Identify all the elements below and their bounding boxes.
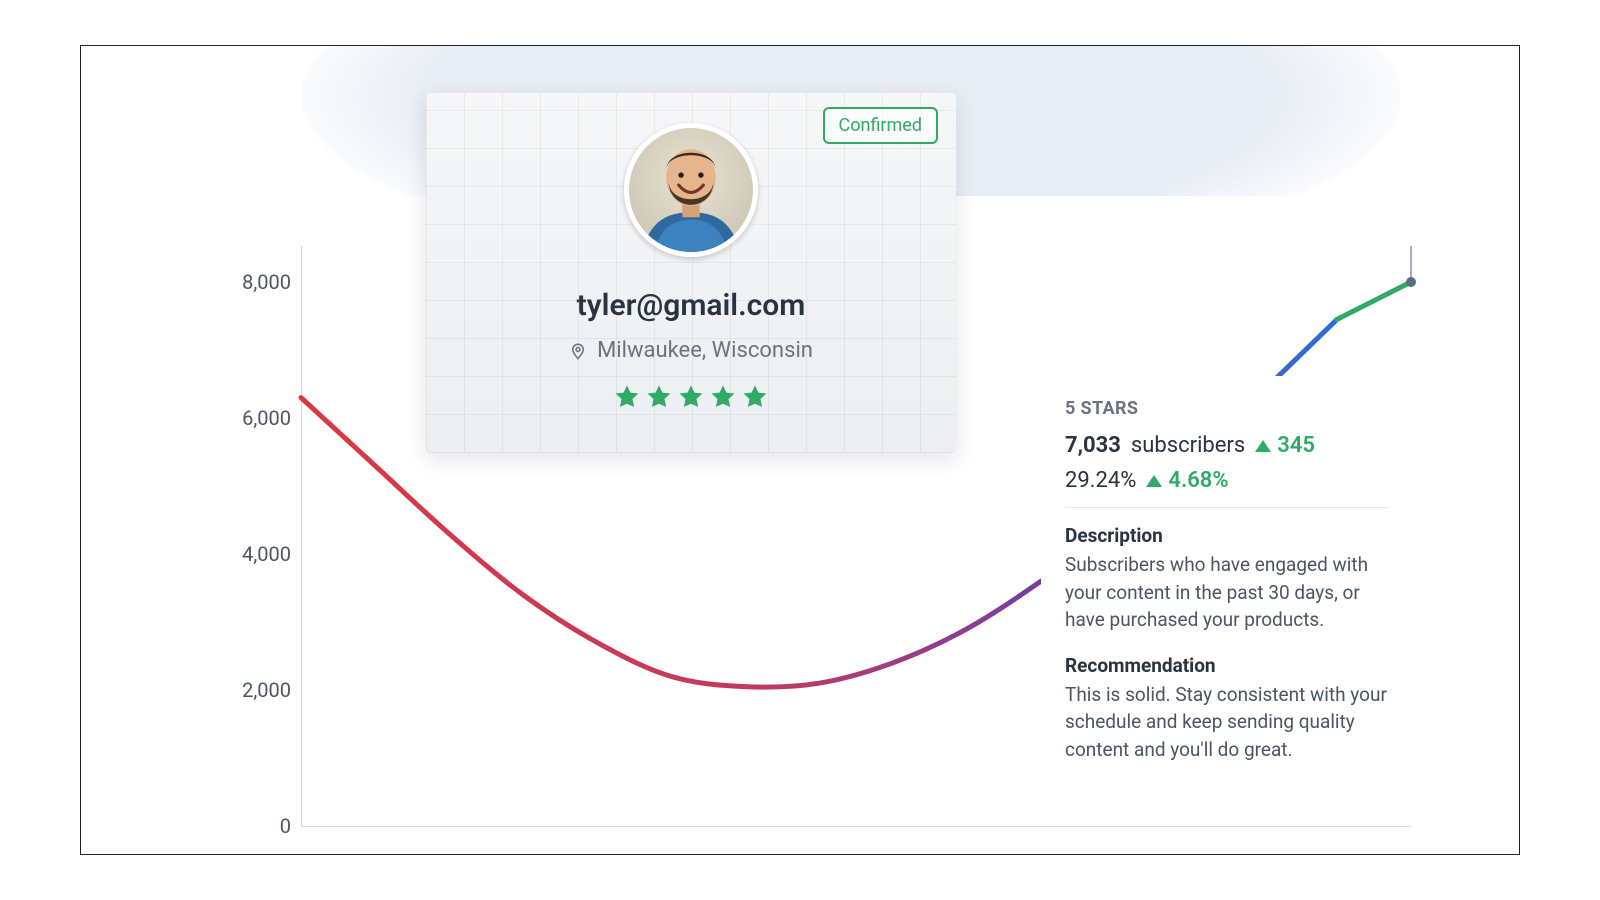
location-pin-icon — [569, 339, 587, 363]
subscribers-delta: 345 — [1255, 433, 1315, 458]
rating-stars — [426, 383, 956, 411]
recommendation-body: This is solid. Stay consistent with your… — [1065, 681, 1387, 764]
rate-value: 29.24% — [1065, 468, 1136, 493]
x-axis-line — [301, 826, 1411, 827]
divider — [1065, 507, 1387, 508]
star-icon — [645, 383, 673, 411]
recommendation-heading: Recommendation — [1065, 654, 1387, 677]
subscribers-count: 7,033 — [1065, 433, 1121, 458]
y-tick-4000: 4,000 — [242, 542, 291, 566]
profile-email: tyler@gmail.com — [426, 288, 956, 323]
star-icon — [709, 383, 737, 411]
dashboard-frame: 8,000 6,000 4,000 2,000 0 Confirmed — [80, 45, 1520, 855]
profile-location-row: Milwaukee, Wisconsin — [426, 338, 956, 363]
y-tick-6000: 6,000 — [242, 406, 291, 430]
description-heading: Description — [1065, 524, 1387, 547]
series-green-tail — [1337, 282, 1411, 319]
subscribers-label: subscribers — [1131, 433, 1245, 458]
status-badge-confirmed: Confirmed — [823, 107, 938, 144]
stats-title: 5 STARS — [1065, 398, 1387, 419]
profile-card: Confirmed — [426, 93, 956, 453]
rate-delta: 4.68% — [1146, 468, 1228, 493]
profile-location: Milwaukee, Wisconsin — [597, 338, 813, 363]
star-icon — [677, 383, 705, 411]
y-tick-8000: 8,000 — [242, 270, 291, 294]
y-tick-0: 0 — [280, 814, 291, 838]
y-tick-2000: 2,000 — [242, 678, 291, 702]
star-icon — [741, 383, 769, 411]
stats-subscribers-row: 7,033 subscribers 345 — [1065, 433, 1387, 458]
avatar — [624, 123, 758, 257]
star-icon — [613, 383, 641, 411]
stats-rate-row: 29.24% 4.68% — [1065, 468, 1387, 493]
trend-up-icon — [1255, 440, 1271, 452]
stats-tooltip-panel: 5 STARS 7,033 subscribers 345 29.24% 4.6… — [1041, 376, 1411, 787]
chart-marker-dot — [1406, 277, 1416, 287]
description-body: Subscribers who have engaged with your c… — [1065, 551, 1387, 634]
trend-up-icon — [1146, 475, 1162, 487]
